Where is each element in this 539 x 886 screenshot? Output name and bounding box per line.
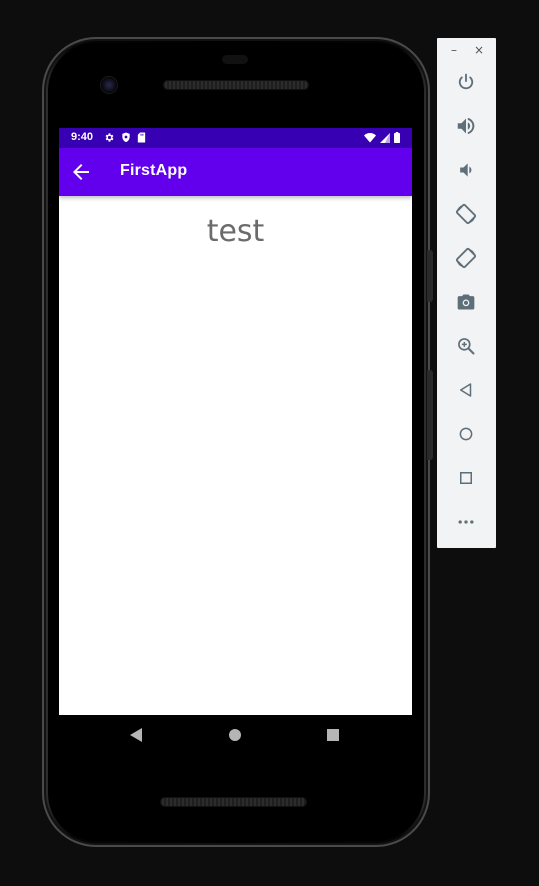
back-key-button[interactable] [454,378,478,402]
nav-home-button[interactable] [225,725,245,745]
power-button[interactable] [454,70,478,94]
close-window-button[interactable]: × [470,42,488,58]
status-system-icons [364,132,400,143]
gear-icon [105,133,114,142]
front-camera [101,77,117,93]
more-options-button[interactable] [454,510,478,534]
status-bar: 9:40 [59,128,412,148]
content-text: test [206,214,265,249]
more-icon [458,520,474,524]
rotate-left-icon [455,203,477,225]
volume-up-button[interactable] [454,114,478,138]
screenshot-button[interactable] [454,290,478,314]
back-button[interactable] [69,160,93,184]
cell-signal-icon [380,132,390,143]
arrow-back-icon [73,164,89,180]
minimize-icon: – [451,43,457,57]
sd-card-icon [137,132,146,143]
proximity-sensor [222,55,248,64]
device-screen: 9:40 FirstApp test [59,128,412,715]
emulator-toolbar: – × [437,38,496,548]
status-time: 9:40 [71,131,94,143]
back-icon [460,383,472,397]
emulator-stage: 9:40 FirstApp test – × [0,0,539,886]
phone-volume-key [427,370,433,460]
close-icon: × [473,43,485,57]
battery-icon [394,132,400,143]
volume-down-button[interactable] [454,158,478,182]
back-triangle-icon [130,728,142,742]
wifi-icon [364,132,376,142]
navigation-bar [59,715,412,755]
home-circle-icon [229,729,241,741]
rotate-left-button[interactable] [454,202,478,226]
volume-down-icon [460,163,472,177]
zoom-button[interactable] [454,334,478,358]
power-icon [458,73,474,90]
volume-up-icon [457,117,475,135]
home-icon [459,427,473,441]
status-notification-icons [104,132,146,143]
home-key-button[interactable] [454,422,478,446]
rotate-right-icon [455,247,477,269]
recents-square-icon [327,729,339,741]
camera-icon [457,294,475,310]
minimize-window-button[interactable]: – [445,42,463,58]
app-title: FirstApp [120,162,188,179]
overview-icon [460,472,472,484]
app-bar: FirstApp [59,148,412,196]
shield-icon [122,132,130,143]
nav-recents-button[interactable] [323,725,343,745]
rotate-right-button[interactable] [454,246,478,270]
overview-key-button[interactable] [454,466,478,490]
zoom-icon [458,338,475,355]
bottom-speaker [160,797,307,807]
nav-back-button[interactable] [126,725,146,745]
phone-power-key [427,250,433,302]
earpiece-speaker [163,80,309,90]
